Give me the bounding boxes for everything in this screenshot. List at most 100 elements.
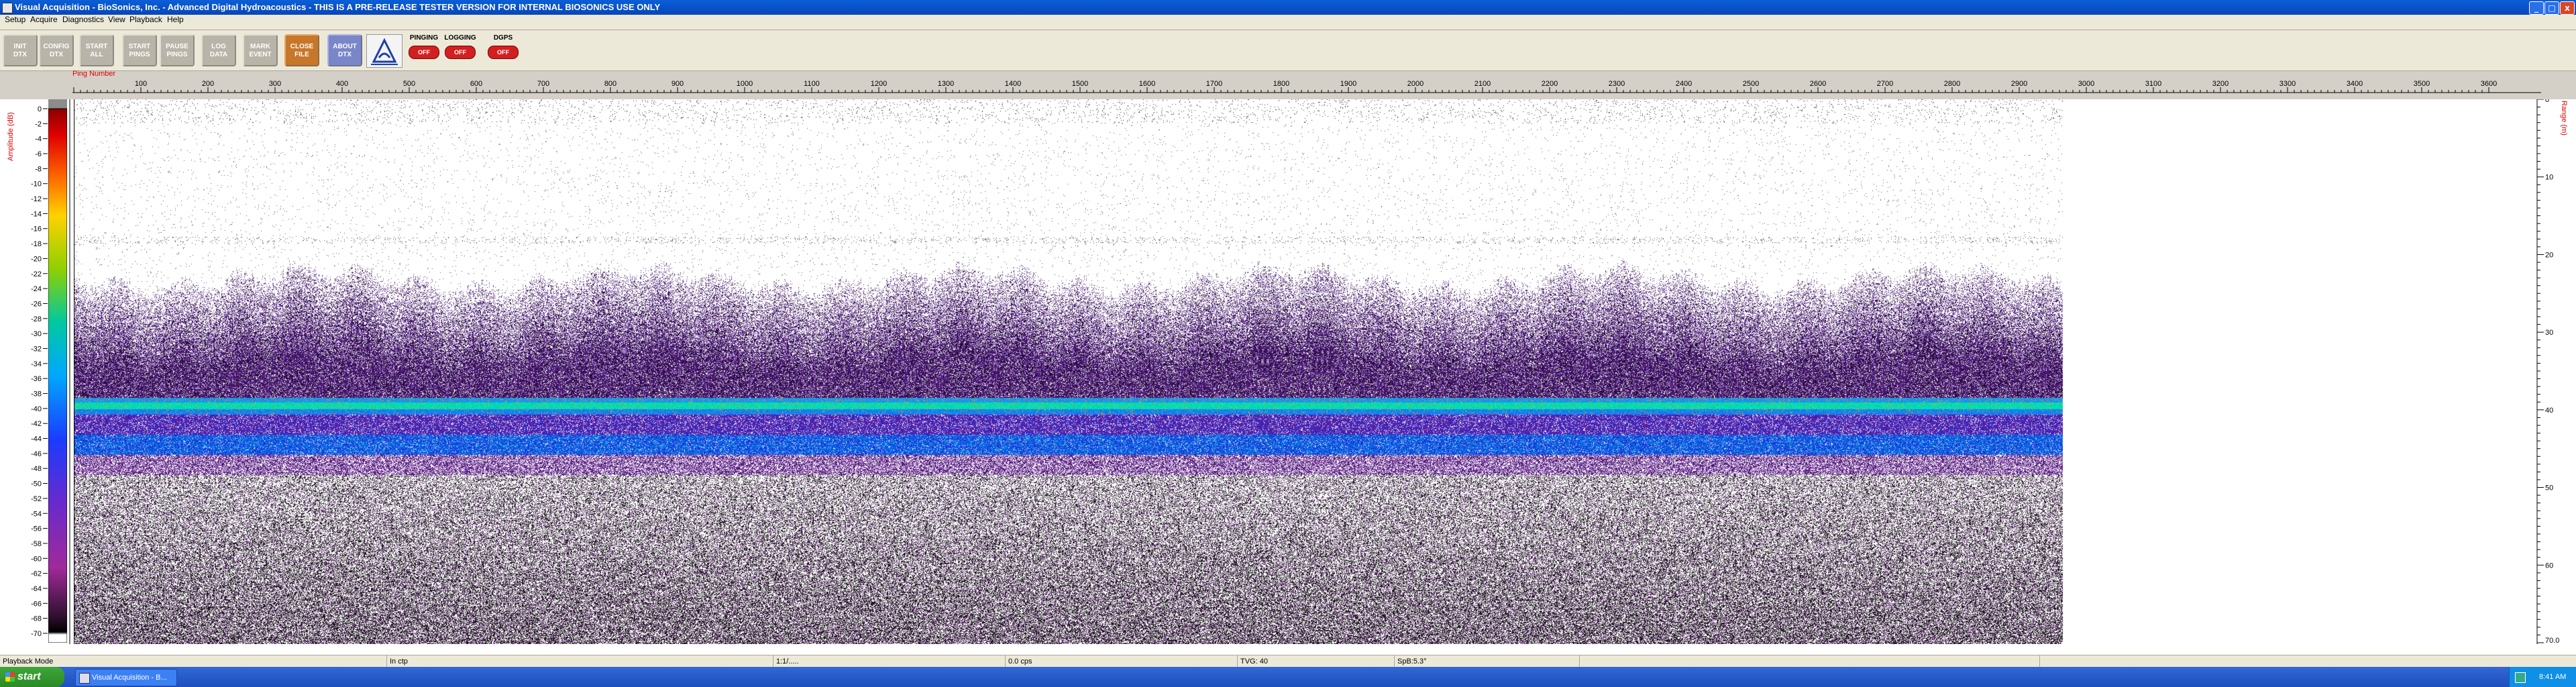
amplitude-tick-label: -38 bbox=[31, 390, 42, 399]
menu-help[interactable]: Help bbox=[164, 15, 187, 30]
start-pings-button[interactable]: START PINGS bbox=[122, 34, 157, 66]
task-label: Visual Acquisition - B... bbox=[92, 674, 167, 682]
amplitude-tick-label: -22 bbox=[31, 270, 42, 278]
amplitude-tick-label: -30 bbox=[31, 330, 42, 338]
pinging-indicator: PINGING OFF bbox=[407, 34, 441, 66]
ping-tick-label: 3600 bbox=[2481, 80, 2497, 88]
amplitude-tick-label: -64 bbox=[31, 585, 42, 593]
title-bar: Visual Acquisition - BioSonics, Inc. - A… bbox=[0, 0, 2576, 15]
status-bar: Playback Mode In ctp 1:1/..... 0.0 cps T… bbox=[0, 655, 2576, 668]
button-label-line1: CLOSE bbox=[290, 43, 314, 50]
amplitude-tick-label: -44 bbox=[31, 435, 42, 443]
status-control: In ctp bbox=[386, 655, 772, 668]
about-dtx-button[interactable]: ABOUT DTX bbox=[327, 34, 362, 66]
logging-state-badge: OFF bbox=[445, 46, 476, 59]
taskbar-item-visual-acquisition[interactable]: Visual Acquisition - B... bbox=[75, 669, 177, 686]
amplitude-tick-label: -40 bbox=[31, 405, 42, 413]
amplitude-tick-label: -46 bbox=[31, 450, 42, 458]
ping-tick-label: 1400 bbox=[1005, 80, 1021, 88]
minimize-button[interactable]: _ bbox=[2529, 1, 2544, 15]
close-button[interactable]: x bbox=[2560, 1, 2575, 15]
log-data-button[interactable]: LOG DATA bbox=[201, 34, 236, 66]
close-file-button[interactable]: CLOSE FILE bbox=[284, 34, 319, 66]
app-icon bbox=[2, 3, 13, 13]
amplitude-tick-label: -26 bbox=[31, 300, 42, 308]
ping-number-axis: 100 200 300 400 500 600 700 800 900 1000 1100 1200 1… bbox=[72, 80, 2541, 93]
status-tvg: TVG: 40 bbox=[1237, 655, 1395, 668]
ping-tick-label: 1000 bbox=[737, 80, 753, 88]
ping-tick-label: 3200 bbox=[2212, 80, 2229, 88]
toolbar: INIT DTX CONFIG DTX START ALL START PINGS PA… bbox=[0, 30, 2576, 71]
amplitude-tick-label: -28 bbox=[31, 315, 42, 323]
ping-tick-label: 100 bbox=[135, 80, 147, 88]
ping-tick-label: 1800 bbox=[1273, 80, 1289, 88]
dgps-indicator: DGPS OFF bbox=[486, 34, 521, 66]
ping-tick-label: 1500 bbox=[1072, 80, 1088, 88]
start-button[interactable]: start bbox=[0, 667, 64, 687]
init-dtx-button[interactable]: INIT DTX bbox=[3, 34, 38, 66]
ping-tick-label: 1100 bbox=[804, 80, 820, 88]
logging-indicator: LOGGING OFF bbox=[443, 34, 478, 66]
maximize-button[interactable]: □ bbox=[2544, 1, 2559, 15]
status-empty bbox=[2039, 655, 2576, 668]
amplitude-tick-label: -68 bbox=[31, 615, 42, 623]
amplitude-tick-label: -60 bbox=[31, 555, 42, 563]
button-label-line1: CONFIG bbox=[43, 43, 70, 50]
menu-playback[interactable]: Playback bbox=[126, 15, 166, 30]
ping-tick-label: 2800 bbox=[1944, 80, 1960, 88]
button-label-line2: DTX bbox=[13, 51, 27, 58]
status-spb: SpB:5.3° bbox=[1394, 655, 1578, 668]
button-label-line1: ABOUT bbox=[333, 43, 357, 50]
echogram-canvas[interactable] bbox=[74, 99, 2066, 644]
menu-bar: Setup Acquire Diagnostics View Playback … bbox=[0, 15, 2576, 30]
pinging-state-badge: OFF bbox=[409, 46, 439, 59]
menu-diagnostics[interactable]: Diagnostics bbox=[59, 15, 107, 30]
ping-tick-label: 500 bbox=[403, 80, 415, 88]
amplitude-tick-label: -34 bbox=[31, 360, 42, 368]
button-label-line2: PINGS bbox=[166, 51, 188, 58]
ping-tick-label: 2000 bbox=[1407, 80, 1424, 88]
range-axis: 0 10 20 30 40 50 60 70.0 bbox=[2536, 99, 2559, 645]
ping-tick-label: 300 bbox=[269, 80, 281, 88]
pause-pings-button[interactable]: PAUSE PINGS bbox=[160, 34, 195, 66]
amplitude-tick-label: -66 bbox=[31, 600, 42, 608]
amplitude-tick-label: -14 bbox=[31, 210, 42, 218]
tray-network-icon[interactable] bbox=[2515, 672, 2526, 683]
ping-tick-label: 2600 bbox=[1810, 80, 1826, 88]
ping-tick-label: 3500 bbox=[2414, 80, 2430, 88]
status-cps: 0.0 cps bbox=[1005, 655, 1236, 668]
button-label-line2: DATA bbox=[209, 51, 228, 58]
ping-tick-label: 1600 bbox=[1139, 80, 1155, 88]
ping-tick-label: 3000 bbox=[2078, 80, 2094, 88]
button-label-line1: START bbox=[85, 43, 108, 50]
ping-tick-label: 200 bbox=[202, 80, 214, 88]
menu-setup[interactable]: Setup bbox=[1, 15, 29, 30]
config-dtx-button[interactable]: CONFIG DTX bbox=[39, 34, 74, 66]
ping-tick-label: 3100 bbox=[2145, 80, 2161, 88]
amplitude-tick-label: -62 bbox=[31, 570, 42, 578]
dgps-state-badge: OFF bbox=[488, 46, 519, 59]
button-label-line1: START bbox=[128, 43, 151, 50]
ping-tick-label: 2100 bbox=[1474, 80, 1491, 88]
range-tick-label: 70.0 bbox=[2545, 637, 2559, 645]
amplitude-tick-label: -32 bbox=[31, 345, 42, 353]
start-all-button[interactable]: START ALL bbox=[79, 34, 114, 66]
window-title: Visual Acquisition - BioSonics, Inc. - A… bbox=[15, 2, 661, 12]
ping-tick-label: 2200 bbox=[1542, 80, 1558, 88]
menu-view[interactable]: View bbox=[105, 15, 129, 30]
mark-event-button[interactable]: MARK EVENT bbox=[243, 34, 278, 66]
amplitude-tick-label: -52 bbox=[31, 495, 42, 503]
menu-acquire[interactable]: Acquire bbox=[27, 15, 61, 30]
indicator-label: LOGGING bbox=[444, 34, 476, 42]
ping-tick-label: 400 bbox=[336, 80, 348, 88]
ping-tick-label: 1900 bbox=[1340, 80, 1356, 88]
ping-axis-label: Ping Number bbox=[72, 70, 116, 78]
ping-tick-label: 600 bbox=[470, 80, 482, 88]
amplitude-tick-label: -36 bbox=[31, 375, 42, 383]
button-label-line2: ALL bbox=[90, 51, 103, 58]
indicator-label: PINGING bbox=[409, 34, 439, 42]
range-tick-label: 20 bbox=[2545, 251, 2553, 259]
range-tick-label: 60 bbox=[2545, 562, 2553, 570]
ping-tick-label: 2500 bbox=[1743, 80, 1759, 88]
range-tick-label: 50 bbox=[2545, 484, 2553, 492]
